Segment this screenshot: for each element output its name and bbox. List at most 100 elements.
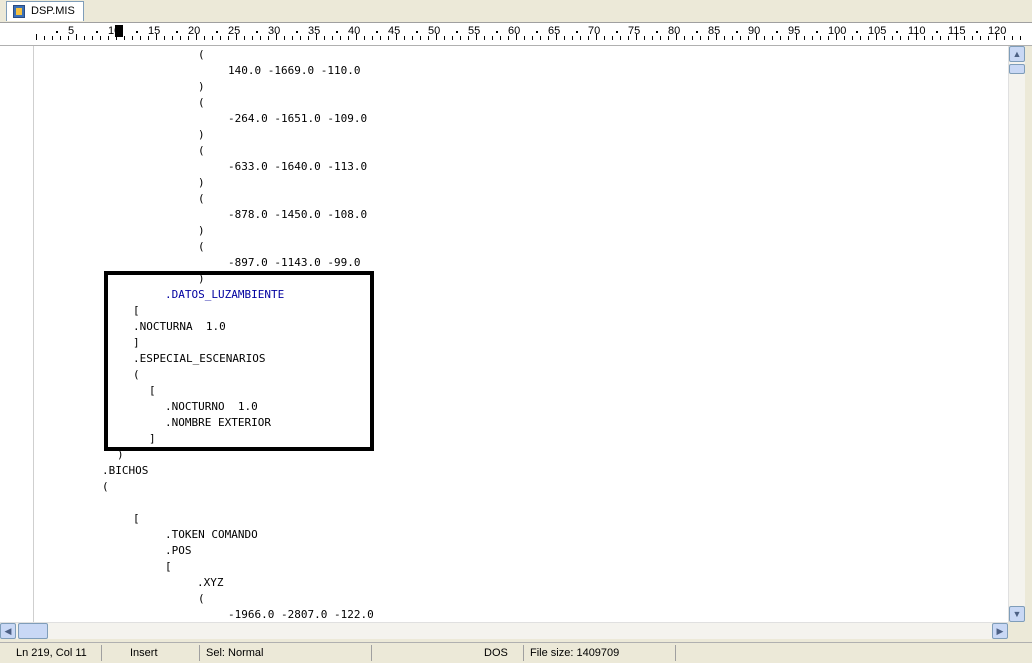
ruler-dot	[816, 31, 818, 33]
ruler-tick	[76, 34, 77, 40]
margin-line	[33, 46, 34, 622]
ruler-dot	[296, 31, 298, 33]
ruler-tick	[540, 36, 541, 40]
ruler-number: 15	[148, 25, 161, 37]
horizontal-scroll-thumb[interactable]	[18, 623, 48, 639]
code-line: .POS	[165, 544, 192, 557]
code-line: )	[198, 128, 205, 141]
code-line: .BICHOS	[102, 464, 149, 477]
code-line: 140.0 -1669.0 -110.0	[228, 64, 361, 77]
status-position: Ln 219, Col 11	[12, 645, 102, 661]
ruler-tick	[572, 36, 573, 40]
ruler-tick	[580, 36, 581, 40]
ruler-number: 45	[388, 25, 401, 37]
text-editor-area[interactable]: ( 140.0 -1669.0 -110.0 ) ( -264.0 -1651.…	[0, 46, 1008, 622]
ruler-tick	[324, 36, 325, 40]
ruler-tick	[404, 36, 405, 40]
code-line: (	[198, 240, 205, 253]
ruler-tick	[244, 36, 245, 40]
scroll-right-button[interactable]: ▶	[992, 623, 1008, 639]
ruler-number: 10	[108, 25, 121, 37]
code-line: (	[102, 480, 109, 493]
tab-label: DSP.MIS	[31, 5, 75, 17]
ruler-tick	[724, 36, 725, 40]
code-line: -1966.0 -2807.0 -122.0	[228, 608, 374, 621]
ruler-tick	[260, 36, 261, 40]
ruler-tick	[740, 36, 741, 40]
code-line: -633.0 -1640.0 -113.0	[228, 160, 368, 173]
ruler-tick	[932, 36, 933, 40]
tab-bar: DSP.MIS	[0, 0, 1032, 23]
ruler-number: 55	[468, 25, 481, 37]
ruler-number: 90	[748, 25, 761, 37]
ruler-tick	[860, 36, 861, 40]
ruler-tick	[60, 36, 61, 40]
scroll-left-button[interactable]: ◀	[0, 623, 16, 639]
ruler-tick	[364, 36, 365, 40]
ruler-tick	[684, 36, 685, 40]
ruler-tick	[972, 36, 973, 40]
ruler-tick	[1020, 36, 1021, 40]
ruler-tick	[340, 36, 341, 40]
ruler-tick	[332, 36, 333, 40]
vertical-scroll-thumb[interactable]	[1009, 64, 1025, 74]
ruler-tick	[132, 36, 133, 40]
ruler-number: 25	[228, 25, 241, 37]
ruler-tick	[284, 36, 285, 40]
ruler-tick	[380, 36, 381, 40]
ruler-tick	[940, 36, 941, 40]
ruler-tick	[460, 36, 461, 40]
ruler-dot	[416, 31, 418, 33]
ruler-tick	[1012, 36, 1013, 40]
ruler-tick	[660, 36, 661, 40]
ruler-tick	[124, 36, 125, 40]
code-line: [	[133, 512, 140, 525]
ruler-tick	[140, 36, 141, 40]
ruler-tick	[444, 36, 445, 40]
ruler-tick	[52, 36, 53, 40]
ruler-tick	[84, 36, 85, 40]
code-line: (	[198, 48, 205, 61]
ruler-dot	[936, 31, 938, 33]
ruler-tick	[484, 36, 485, 40]
scroll-down-button[interactable]: ▼	[1009, 606, 1025, 622]
highlight-box	[104, 271, 374, 451]
code-line: .XYZ	[197, 576, 224, 589]
ruler-dot	[576, 31, 578, 33]
vertical-scrollbar[interactable]: ▲ ▼	[1008, 46, 1025, 622]
document-icon	[13, 5, 25, 18]
ruler-tick	[564, 36, 565, 40]
code-line: [	[165, 560, 172, 573]
ruler-number: 5	[68, 25, 75, 37]
ruler-tick	[980, 36, 981, 40]
ruler-number: 100	[828, 25, 847, 37]
ruler-tick	[692, 36, 693, 40]
ruler-tick	[772, 36, 773, 40]
ruler-tick	[852, 36, 853, 40]
ruler-tick	[900, 36, 901, 40]
ruler-tick	[604, 36, 605, 40]
ruler-dot	[856, 31, 858, 33]
ruler-tick	[252, 36, 253, 40]
code-line: )	[198, 224, 205, 237]
status-bar: Ln 219, Col 11 Insert Sel: Normal DOS Fi…	[0, 642, 1032, 663]
tab-dsp-mis[interactable]: DSP.MIS	[6, 1, 84, 21]
ruler-number: 85	[708, 25, 721, 37]
code-line: (	[198, 192, 205, 205]
ruler-dot	[616, 31, 618, 33]
scroll-up-button[interactable]: ▲	[1009, 46, 1025, 62]
ruler-number: 70	[588, 25, 601, 37]
ruler-tick	[644, 36, 645, 40]
ruler-dot	[176, 31, 178, 33]
ruler-tick	[764, 36, 765, 40]
ruler-number: 20	[188, 25, 201, 37]
column-ruler: 5 10 15 20 25 30 35 40 45 50 55 60 65 70 75 80 85 90 95 100…	[0, 23, 1032, 46]
status-selection: Sel: Normal	[202, 645, 372, 661]
ruler-tick	[492, 36, 493, 40]
code-line: -897.0 -1143.0 -99.0	[228, 256, 361, 269]
ruler-tick	[652, 36, 653, 40]
ruler-tick	[524, 36, 525, 40]
code-line: -878.0 -1450.0 -108.0	[228, 208, 368, 221]
ruler-tick	[180, 36, 181, 40]
horizontal-scrollbar[interactable]: ◀ ▶	[0, 622, 1008, 639]
